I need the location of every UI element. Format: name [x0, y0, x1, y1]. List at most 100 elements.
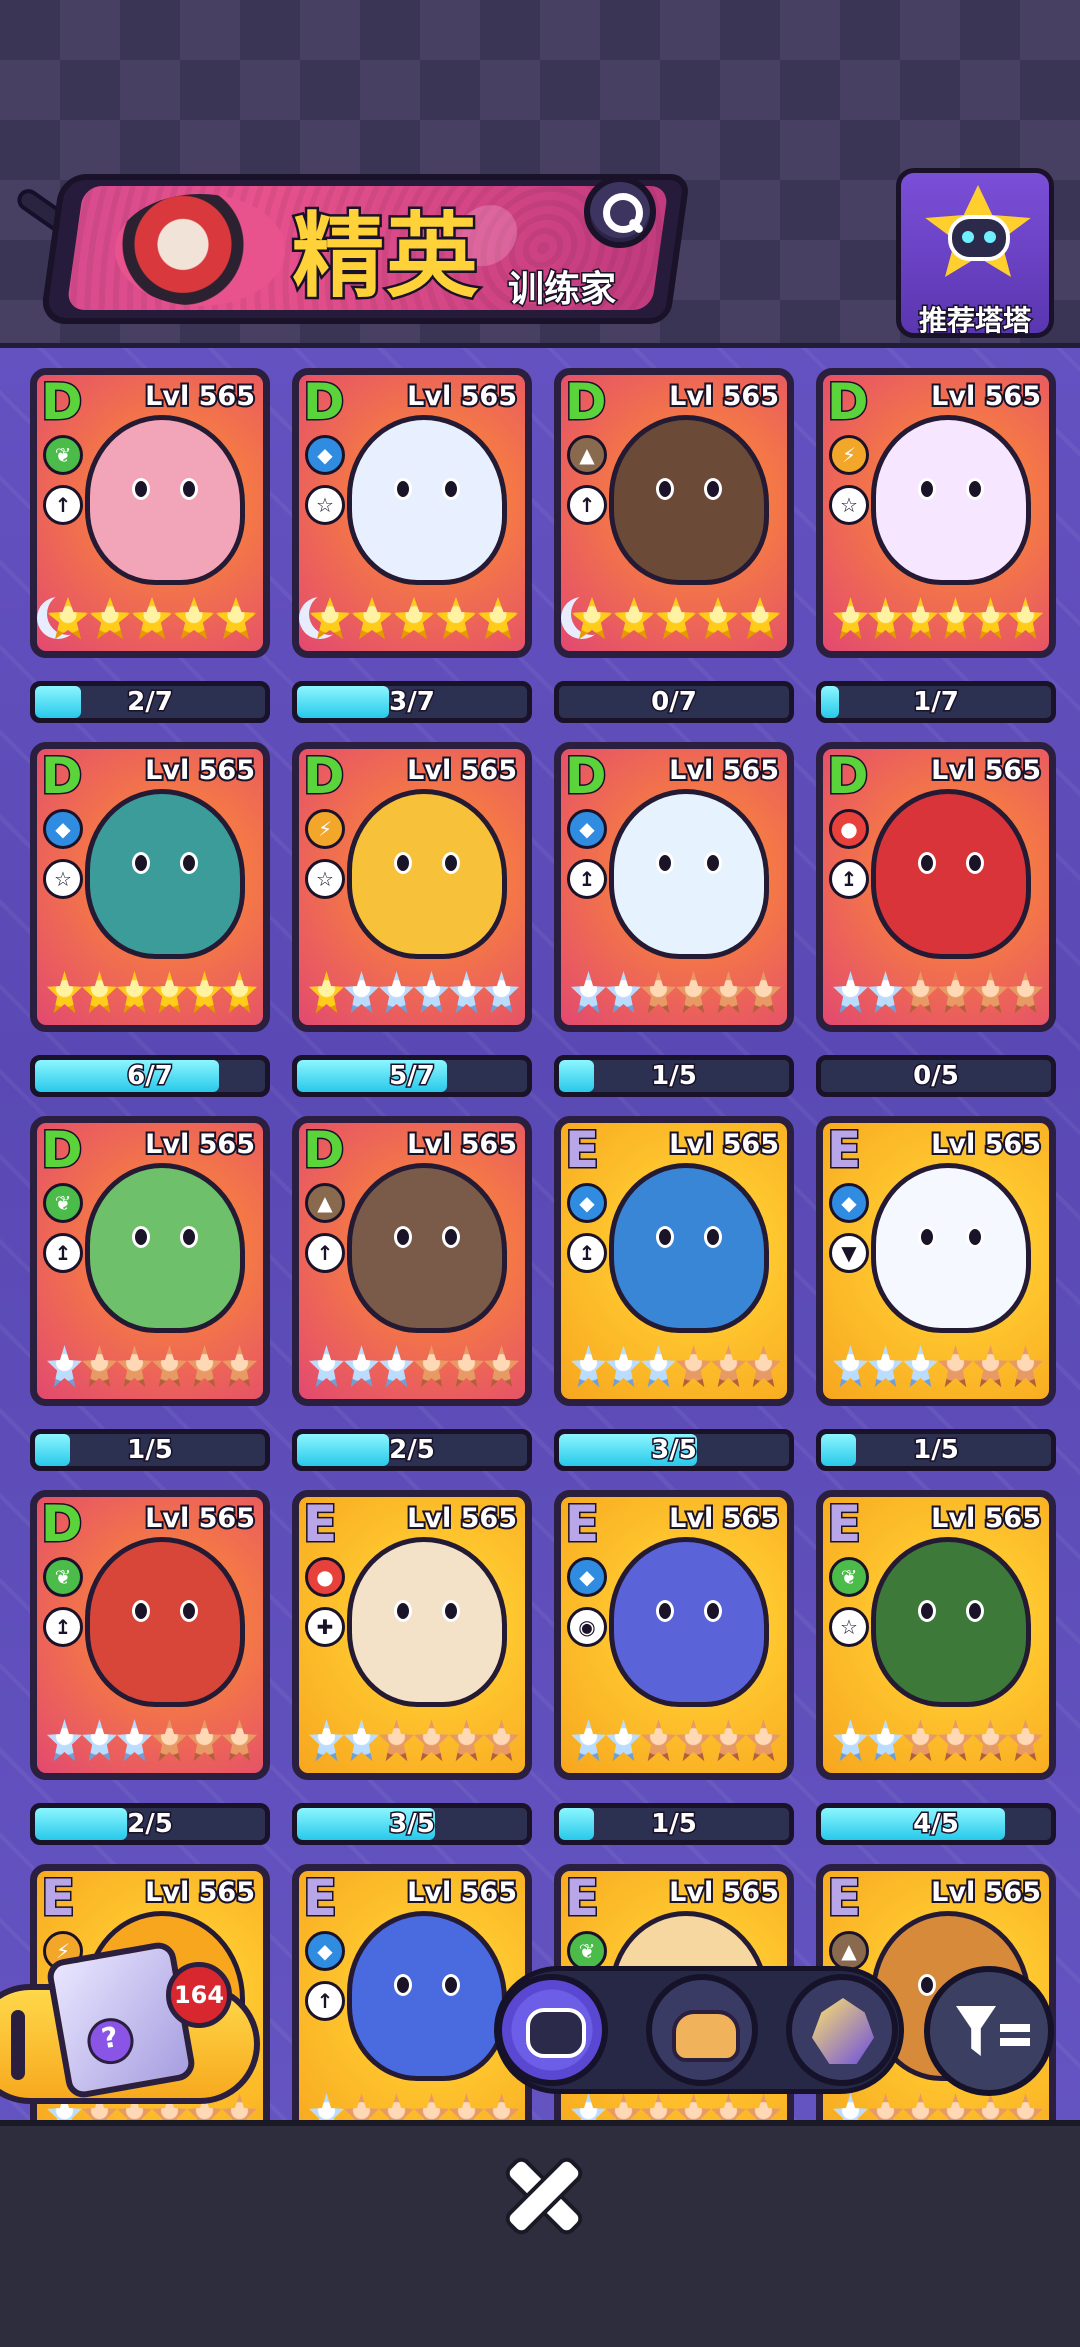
silver-star-icon — [309, 1345, 344, 1388]
level-label: Lvl 565 — [929, 1875, 1043, 1910]
level-label: Lvl 565 — [405, 1501, 519, 1536]
bronze-star-icon — [222, 1719, 257, 1762]
creature-eye — [966, 478, 984, 500]
progress-bar: 0/7 — [554, 681, 794, 723]
creature-cell[interactable]: D Lvl 565 ◆ ☆ 6/7 — [30, 742, 270, 1102]
bronze-star-icon — [746, 1719, 781, 1762]
leaf-element-icon: ❦ — [829, 1557, 869, 1597]
trainer-banner[interactable]: 精英 训练家 — [13, 168, 691, 328]
progress-text: 2/5 — [126, 1808, 175, 1840]
trainer-portrait — [115, 194, 285, 306]
creature-cell[interactable]: D Lvl 565 ▲ ↑ 0/7 — [554, 368, 794, 728]
silver-star-icon — [833, 1719, 868, 1762]
creature-cell[interactable]: E Lvl 565 ● ✚ 3/5 — [292, 1490, 532, 1850]
creature-card[interactable]: D Lvl 565 ◆ ☆ — [292, 368, 532, 658]
bronze-star-icon — [973, 971, 1008, 1014]
rarity-grade: D — [826, 373, 870, 431]
creature-card[interactable]: E Lvl 565 ◆ ↑ — [292, 1864, 532, 2120]
creature-cell[interactable]: D Lvl 565 ● ↥ 0/5 — [816, 742, 1056, 1102]
star-rating — [47, 597, 257, 643]
creature-card[interactable]: D Lvl 565 ● ↥ — [816, 742, 1056, 1032]
creature-cell[interactable]: D Lvl 565 ❦ ↑ 2/7 — [30, 368, 270, 728]
silver-star-icon — [571, 1345, 606, 1388]
creature-card[interactable]: E Lvl 565 ❦ ☆ — [816, 1490, 1056, 1780]
creature-portrait — [871, 1537, 1031, 1707]
creature-cell[interactable]: E Lvl 565 ◆ ↥ 3/5 — [554, 1116, 794, 1476]
speed-role-icon: ↥ — [567, 859, 607, 899]
gold-star-icon — [222, 971, 257, 1014]
creature-eye — [704, 478, 722, 500]
gold-star-icon — [571, 597, 613, 640]
fire-element-icon: ● — [305, 1557, 345, 1597]
rarity-grade: D — [302, 747, 346, 805]
creature-cell[interactable]: D Lvl 565 ❦ ↥ 2/5 — [30, 1490, 270, 1850]
water-element-icon: ◆ — [305, 435, 345, 475]
creature-portrait — [85, 789, 245, 959]
creature-cell[interactable]: D Lvl 565 ⚡ ☆ 1/7 — [816, 368, 1056, 728]
creature-eye — [704, 1600, 722, 1622]
bronze-star-icon — [746, 2093, 781, 2120]
bread-filter-icon[interactable] — [646, 1974, 758, 2086]
creature-card[interactable]: D Lvl 565 ⚡ ☆ — [816, 368, 1056, 658]
creature-cell[interactable]: D Lvl 565 ◆ ☆ 3/7 — [292, 368, 532, 728]
bronze-star-icon — [938, 2093, 973, 2120]
creature-cell[interactable]: D Lvl 565 ⚡ ☆ 5/7 — [292, 742, 532, 1102]
silver-star-icon — [571, 971, 606, 1014]
creature-eye — [442, 1600, 460, 1622]
creature-cell[interactable]: E Lvl 565 ◆ ◉ 1/5 — [554, 1490, 794, 1850]
creature-card[interactable]: E Lvl 565 ◆ ◉ — [554, 1490, 794, 1780]
silver-star-icon — [379, 1345, 414, 1388]
rarity-grade: D — [302, 373, 346, 431]
creature-cell[interactable]: E Lvl 565 ◆ ▼ 1/5 — [816, 1116, 1056, 1476]
mystery-box-icon[interactable] — [44, 1939, 198, 2101]
creature-card[interactable]: D Lvl 565 ❦ ↥ — [30, 1116, 270, 1406]
search-icon[interactable] — [584, 176, 656, 248]
bronze-star-icon — [449, 1345, 484, 1388]
star-rating — [571, 1719, 781, 1765]
silver-star-icon — [833, 1345, 868, 1388]
attack-role-icon: ↑ — [43, 485, 83, 525]
silver-star-icon — [868, 1345, 903, 1388]
silver-star-icon — [309, 1719, 344, 1762]
progress-bar: 1/5 — [816, 1429, 1056, 1471]
fire-element-icon: ● — [829, 809, 869, 849]
creature-card[interactable]: D Lvl 565 ◆ ☆ — [30, 742, 270, 1032]
creature-card[interactable]: D Lvl 565 ◆ ↥ — [554, 742, 794, 1032]
gold-star-icon — [833, 597, 868, 640]
rarity-grade: D — [40, 1121, 84, 1179]
close-icon[interactable] — [500, 2150, 580, 2230]
silver-star-icon — [117, 1719, 152, 1762]
creature-portrait — [871, 415, 1031, 585]
recommend-label: 推荐塔塔 — [917, 303, 1032, 339]
creature-eye — [966, 852, 984, 874]
recommend-button[interactable]: 推荐塔塔 — [896, 168, 1054, 339]
sort-filter-icon[interactable] — [924, 1966, 1054, 2096]
creature-filter-icon[interactable] — [496, 1974, 608, 2086]
creature-card[interactable]: D Lvl 565 ❦ ↑ — [30, 368, 270, 658]
creature-card[interactable]: E Lvl 565 ◆ ▼ — [816, 1116, 1056, 1406]
star-rating — [47, 971, 257, 1017]
creature-card[interactable]: D Lvl 565 ❦ ↥ — [30, 1490, 270, 1780]
creature-portrait — [347, 1537, 507, 1707]
speed-role-icon: ↥ — [43, 1233, 83, 1273]
bronze-star-icon — [1008, 971, 1043, 1014]
silver-star-icon — [309, 2093, 344, 2120]
creature-card[interactable]: D Lvl 565 ⚡ ☆ — [292, 742, 532, 1032]
creature-cell[interactable]: E Lvl 565 ◆ ↑ — [292, 1864, 532, 2120]
rarity-grade: E — [825, 1869, 862, 1927]
creature-card[interactable]: D Lvl 565 ▲ ↑ — [292, 1116, 532, 1406]
creature-card[interactable]: E Lvl 565 ◆ ↥ — [554, 1116, 794, 1406]
creature-cell[interactable]: D Lvl 565 ◆ ↥ 1/5 — [554, 742, 794, 1102]
creature-eye — [442, 478, 460, 500]
bronze-star-icon — [938, 1719, 973, 1762]
creature-cell[interactable]: E Lvl 565 ❦ ☆ 4/5 — [816, 1490, 1056, 1850]
creature-cell[interactable]: D Lvl 565 ❦ ↥ 1/5 — [30, 1116, 270, 1476]
gem-filter-icon[interactable] — [786, 1974, 898, 2086]
gold-star-icon — [215, 597, 257, 640]
creature-cell[interactable]: D Lvl 565 ▲ ↑ 2/5 — [292, 1116, 532, 1476]
silver-star-icon — [82, 1719, 117, 1762]
creature-card[interactable]: D Lvl 565 ▲ ↑ — [554, 368, 794, 658]
star-rating — [833, 971, 1043, 1017]
creature-card[interactable]: E Lvl 565 ● ✚ — [292, 1490, 532, 1780]
star-rating — [309, 971, 519, 1017]
